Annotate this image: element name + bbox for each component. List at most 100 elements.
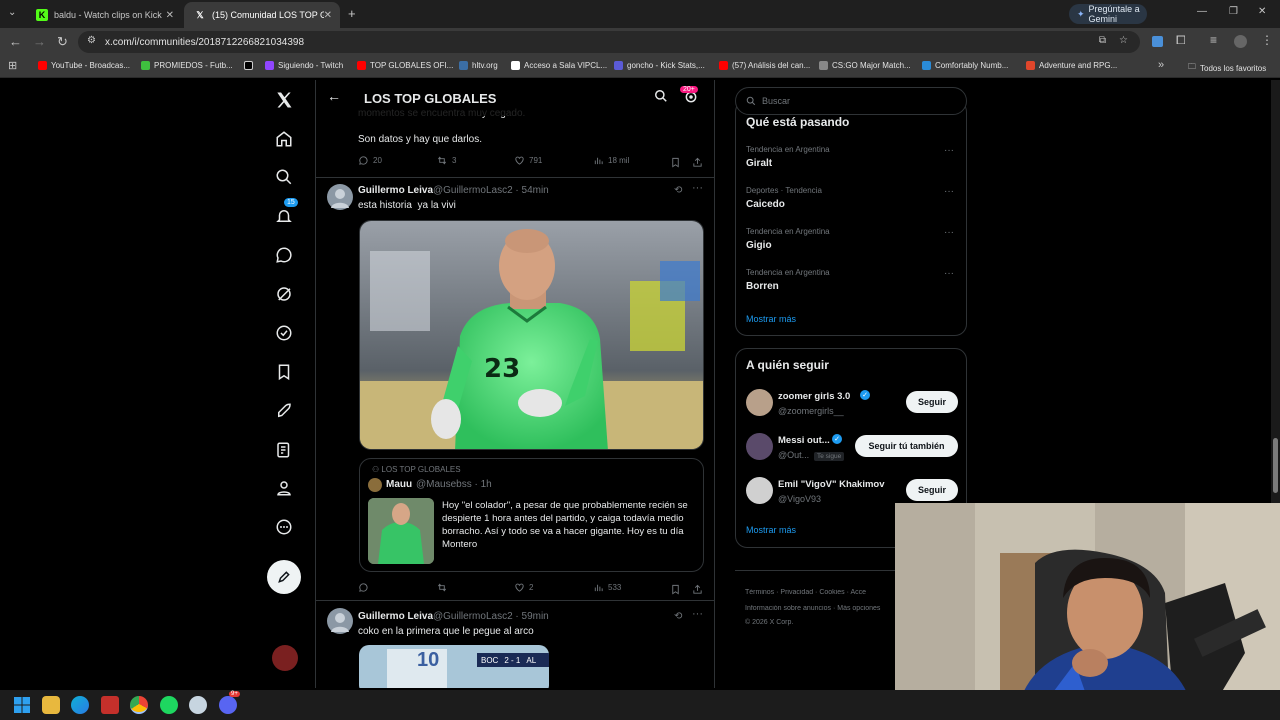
follow-name[interactable]: Emil "VigoV" Khakimov [778, 479, 885, 490]
bookmark-item[interactable]: goncho - Kick Stats,... [614, 61, 705, 70]
author-handle[interactable]: @GuillermoLasc2 · 54min [433, 185, 549, 196]
footer-link-privacy[interactable]: Privacidad [780, 589, 813, 596]
reply-button[interactable] [358, 582, 373, 593]
url-field[interactable]: ⚙ x.com/i/communities/201871226682103439… [78, 31, 1140, 53]
author-name[interactable]: Mauu [386, 479, 412, 490]
search-input[interactable]: Buscar [735, 87, 967, 115]
trend-item[interactable]: Tendencia en Argentina Gigio ··· [736, 227, 966, 265]
edge-icon[interactable] [71, 696, 89, 714]
grok-icon[interactable]: ⟲ [674, 185, 682, 196]
bookmark-item[interactable]: YouTube - Broadcas... [38, 61, 130, 70]
author-handle[interactable]: @GuillermoLasc2 · 59min [433, 611, 549, 622]
premium-icon[interactable] [272, 321, 296, 345]
profile-icon[interactable] [272, 476, 296, 500]
search-icon[interactable] [272, 165, 296, 189]
spotify-icon[interactable] [160, 696, 178, 714]
install-icon[interactable]: ⧉ [1099, 35, 1106, 46]
footer-link-accessibility[interactable]: Acce [850, 589, 866, 596]
follow-suggestion[interactable]: Messi out... @Out... ✓ Te sigue Seguir tú ta… [736, 433, 966, 473]
repost-button[interactable] [436, 582, 452, 593]
like-button[interactable]: 791 [514, 155, 542, 166]
more-options-icon[interactable]: ··· [944, 186, 954, 197]
follow-handle[interactable]: @VigoV93 [778, 494, 821, 504]
media-icon[interactable]: ≡ [1210, 33, 1217, 47]
menu-icon[interactable]: ⋮ [1261, 33, 1273, 47]
trends-show-more[interactable]: Mostrar más [746, 314, 796, 324]
author-name[interactable]: Guillermo Leiva [358, 185, 433, 196]
quoted-post[interactable]: ⚇ LOS TOP GLOBALES Mauu @Mausebss · 1h H… [359, 458, 704, 572]
grok-icon[interactable]: ⟲ [674, 611, 682, 622]
minimize-icon[interactable]: — [1197, 6, 1207, 17]
share-icon[interactable] [692, 582, 703, 600]
follow-handle[interactable]: @zoomergirls__ [778, 406, 844, 416]
bookmark-item[interactable] [244, 61, 257, 70]
bookmark-icon[interactable] [670, 155, 681, 173]
forward-icon[interactable]: → [33, 34, 46, 49]
avatar[interactable] [746, 477, 773, 504]
reload-icon[interactable]: ↻ [57, 34, 68, 50]
follow-button[interactable]: Seguir [906, 391, 958, 413]
messages-icon[interactable] [272, 243, 296, 267]
bookmark-item[interactable]: PROMIEDOS - Futb... [141, 61, 233, 70]
share-icon[interactable] [692, 155, 703, 173]
bookmark-item[interactable]: Adventure and RPG... [1026, 61, 1117, 70]
close-icon[interactable]: ✕ [324, 10, 332, 21]
bookmarks-icon[interactable] [272, 360, 296, 384]
home-icon[interactable] [272, 127, 296, 151]
avatar[interactable] [746, 389, 773, 416]
views-button[interactable]: 533 [593, 582, 621, 593]
post-image[interactable]: 23 [359, 220, 704, 450]
more-bookmarks-icon[interactable]: » [1158, 59, 1164, 71]
bookmark-item[interactable]: Acceso a Sala VIPCL... [511, 61, 607, 70]
close-window-icon[interactable]: ✕ [1258, 6, 1266, 17]
repost-button[interactable]: 3 [436, 155, 456, 166]
site-info-icon[interactable]: ⚙ [87, 35, 96, 46]
all-bookmarks[interactable]: 🗀 Todos los favoritos [1188, 61, 1266, 75]
back-arrow-icon[interactable]: ← [327, 88, 341, 104]
more-options-icon[interactable]: ··· [692, 608, 703, 620]
file-explorer-icon[interactable] [42, 696, 60, 714]
follow-button[interactable]: Seguir [906, 479, 958, 501]
x-logo-icon[interactable] [272, 88, 296, 112]
extensions-puzzle-icon[interactable]: ⧠ [1176, 33, 1186, 48]
more-options-icon[interactable]: ··· [944, 145, 954, 156]
avatar[interactable] [746, 433, 773, 460]
bookmark-item[interactable]: (57) Análisis del can... [719, 61, 810, 70]
scrollbar-thumb[interactable] [1273, 438, 1278, 493]
post[interactable]: Guillermo Leiva @GuillermoLasc2 · 59min … [316, 601, 714, 688]
search-icon[interactable] [654, 89, 668, 108]
author-handle[interactable]: @Mausebss · 1h [416, 479, 492, 490]
back-icon[interactable]: ← [9, 34, 22, 49]
account-avatar[interactable] [272, 645, 298, 671]
avatar[interactable] [327, 608, 353, 634]
like-button[interactable]: 2 [514, 582, 533, 593]
grok-icon[interactable] [272, 282, 296, 306]
maximize-icon[interactable]: ❐ [1229, 6, 1238, 17]
more-icon[interactable] [272, 515, 296, 539]
quoted-thumbnail[interactable] [368, 498, 434, 564]
more-options-icon[interactable]: ··· [944, 268, 954, 279]
more-options-icon[interactable]: ··· [944, 227, 954, 238]
extension-icon[interactable] [1152, 36, 1163, 47]
avatar[interactable] [368, 478, 382, 492]
steam-icon[interactable] [189, 696, 207, 714]
bookmark-item[interactable]: Siguiendo - Twitch [265, 61, 343, 70]
chrome-icon[interactable] [130, 696, 148, 714]
more-options-icon[interactable]: ··· [692, 182, 703, 194]
profile-avatar[interactable] [1234, 35, 1247, 48]
new-tab-icon[interactable]: + [348, 6, 356, 21]
discord-icon[interactable]: 9+ [219, 691, 240, 714]
trend-item[interactable]: Tendencia en Argentina Borren ··· [736, 268, 966, 306]
rocket-icon[interactable] [272, 399, 296, 423]
bookmark-icon[interactable] [670, 582, 681, 600]
follow-handle[interactable]: @Out... [778, 450, 809, 460]
tab-kick[interactable]: K baldu - Watch clips on Kick ✕ [26, 2, 182, 28]
follow-name[interactable]: Messi out... [778, 435, 830, 446]
views-button[interactable]: 18 mil [593, 155, 629, 166]
tab-search-icon[interactable]: ⌄ [8, 7, 16, 18]
footer-link-terms[interactable]: Términos [745, 589, 774, 596]
footer-link-more[interactable]: Más opciones [837, 605, 880, 612]
windows-start-icon[interactable] [13, 696, 31, 714]
author-name[interactable]: Guillermo Leiva [358, 611, 433, 622]
gemini-button[interactable]: ✦ Pregúntale a Gemini [1069, 4, 1147, 24]
